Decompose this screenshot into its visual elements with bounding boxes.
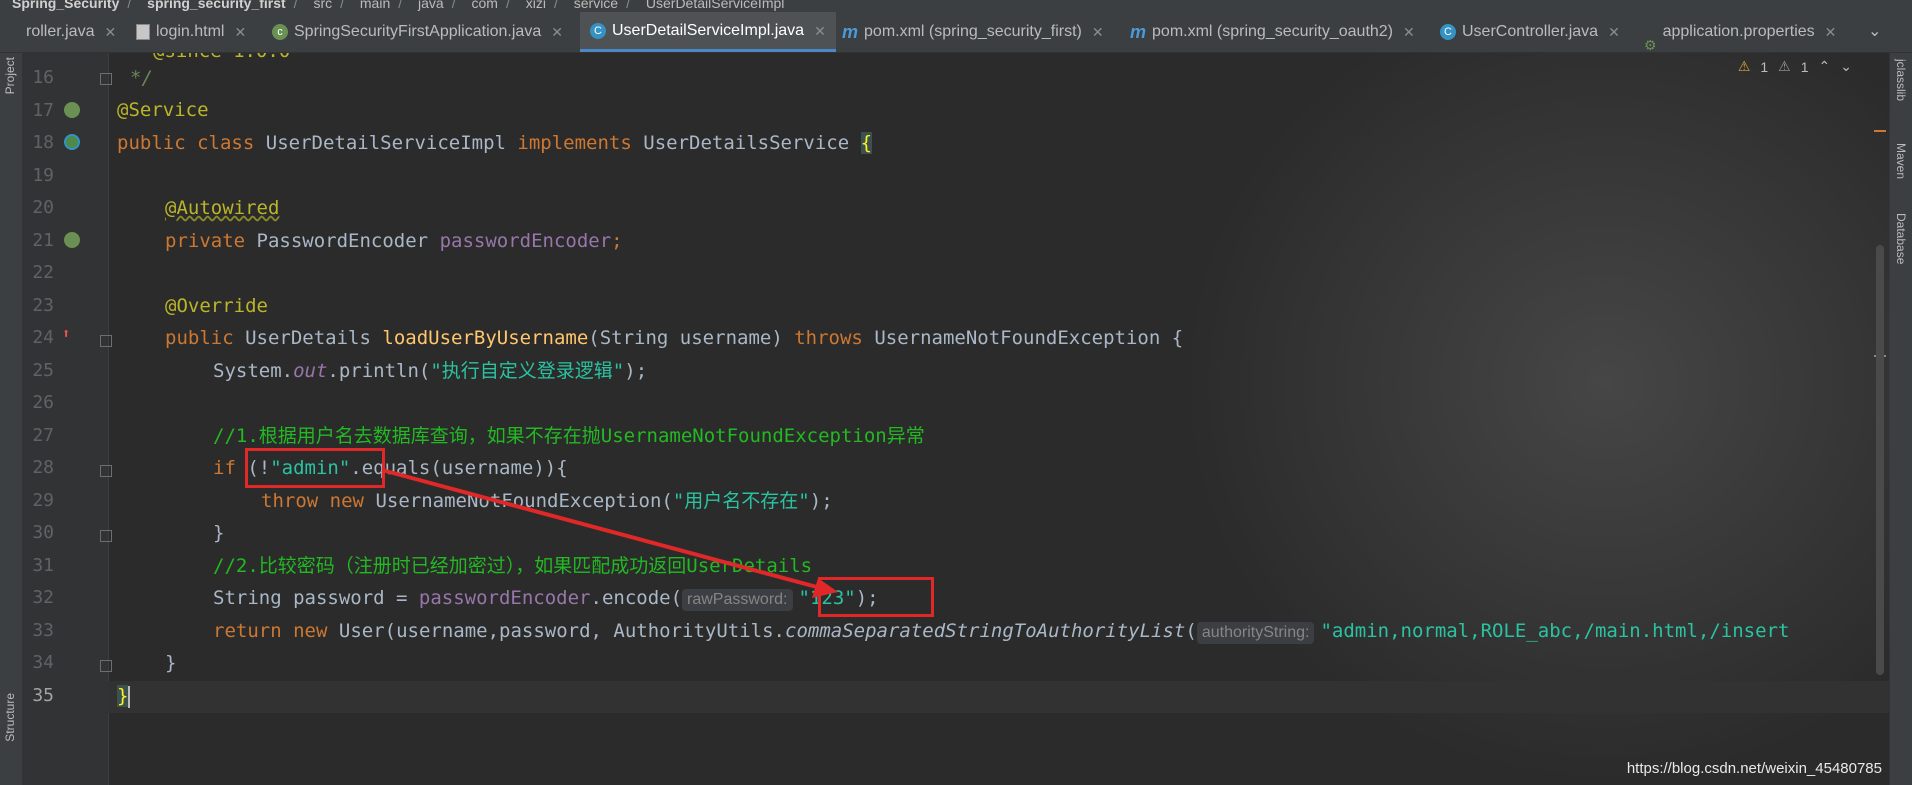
arrow-line <box>381 468 829 592</box>
annotation-arrow <box>381 468 838 598</box>
error-stripe-marker[interactable] <box>1874 130 1886 132</box>
arrow-head <box>812 578 838 598</box>
watermark: https://blog.csdn.net/weixin_45480785 <box>1626 760 1882 777</box>
vertical-scrollbar[interactable] <box>1876 245 1884 675</box>
